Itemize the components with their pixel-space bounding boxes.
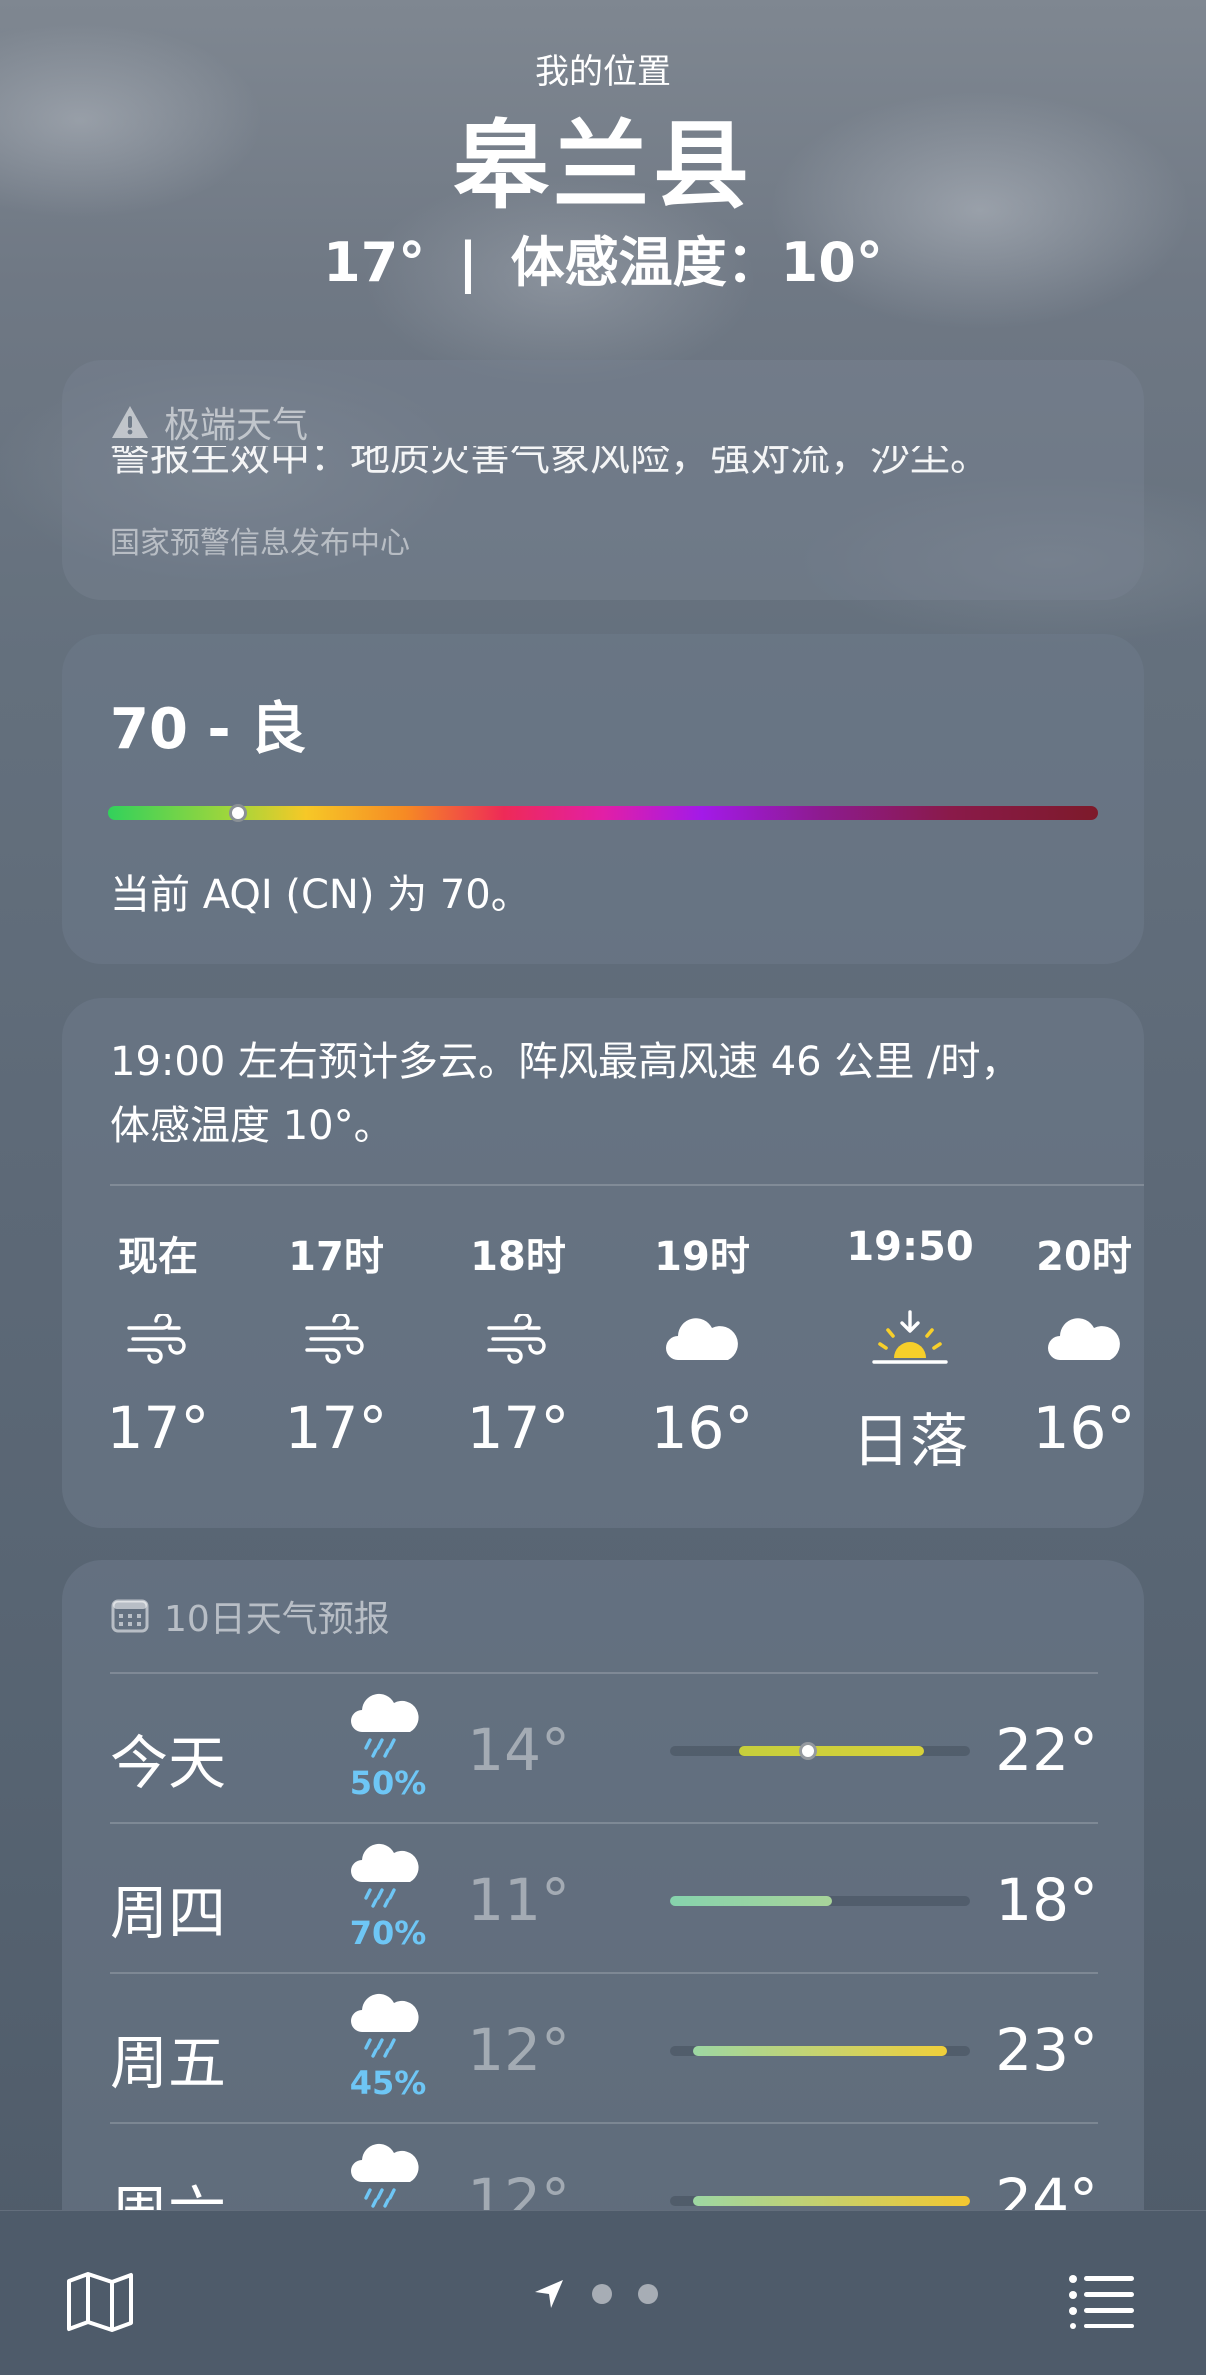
hourly-summary: 19:00 左右预计多云。阵风最高风速 46 公里 /时， 体感温度 10°。 xyxy=(110,1030,1100,1158)
high-temperature: 22° xyxy=(995,1716,1098,1784)
temperature-range-bar xyxy=(693,2196,970,2206)
low-temperature: 14° xyxy=(467,1716,570,1784)
day-row[interactable]: 今天 50% 14° 22° xyxy=(110,1674,1098,1824)
extreme-weather-title: 极端天气 xyxy=(164,405,309,446)
hourly-forecast-card[interactable]: 19:00 左右预计多云。阵风最高风速 46 公里 /时， 体感温度 10°。 … xyxy=(62,998,1144,1528)
current-temperature-dot xyxy=(799,1742,818,1760)
hourly-summary-line: 体感温度 10°。 xyxy=(110,1103,394,1149)
page-indicator[interactable] xyxy=(532,2277,658,2311)
day-name: 周四 xyxy=(110,1879,227,1947)
calendar-icon xyxy=(111,1599,149,1633)
wind-icon xyxy=(487,1314,546,1364)
map-icon[interactable] xyxy=(66,2271,134,2333)
day-row[interactable]: 周五 45% 12° 23° xyxy=(110,1974,1098,2124)
hour-temperature: 16° xyxy=(1032,1394,1136,1462)
high-temperature: 23° xyxy=(995,2016,1098,2084)
city-name: 皋兰县 xyxy=(453,110,753,222)
high-temperature: 18° xyxy=(995,1866,1098,1934)
hour-item[interactable]: 19:50 日落 xyxy=(820,1224,1000,1478)
hourly-summary-line: 19:00 左右预计多云。阵风最高风速 46 公里 /时， xyxy=(110,1039,1021,1085)
ten-day-title: 10日天气预报 xyxy=(164,1599,390,1640)
hour-item[interactable]: 20时 16° xyxy=(1004,1224,1144,1462)
extreme-weather-header: 极端天气 xyxy=(110,396,308,448)
alert-text: 警报生效中：地质灾害气象风险，强对流，沙尘。 xyxy=(110,446,990,480)
hour-temperature: 日落 xyxy=(851,1407,968,1475)
bottom-toolbar xyxy=(0,2210,1206,2375)
temperature-range-bar xyxy=(693,2046,947,2056)
divider xyxy=(110,1184,1144,1186)
temperature-range-track xyxy=(670,1896,970,1906)
wind-icon xyxy=(305,1314,364,1364)
day-name: 今天 xyxy=(110,1729,227,1797)
temperature-range-bar xyxy=(739,1746,924,1756)
day-name: 周五 xyxy=(110,2029,227,2097)
hour-item[interactable]: 19时 16° xyxy=(622,1224,782,1462)
feels-like-temperature: 体感温度：10° xyxy=(510,231,883,294)
hour-item[interactable]: 现在 17° xyxy=(78,1224,238,1462)
ten-day-header: 10日天气预报 xyxy=(110,1590,390,1642)
alert-source: 国家预警信息发布中心 xyxy=(110,526,410,561)
sunset-icon xyxy=(872,1310,948,1364)
temperature-range-track xyxy=(670,2046,970,2056)
hour-item[interactable]: 18时 17° xyxy=(438,1224,598,1462)
temperature-range-track xyxy=(670,2196,970,2206)
warning-triangle-icon xyxy=(112,406,148,438)
hour-temperature: 17° xyxy=(106,1394,210,1462)
day-row[interactable]: 周四 70% 11° 18° xyxy=(110,1824,1098,1974)
hour-temperature: 17° xyxy=(466,1394,570,1462)
separator: | xyxy=(458,231,478,294)
page-dot[interactable] xyxy=(638,2284,658,2304)
air-quality-card[interactable]: 70 - 良 当前 AQI (CN) 为 70。 xyxy=(62,634,1144,964)
hour-time: 18时 xyxy=(470,1234,566,1280)
hour-time: 现在 xyxy=(118,1234,198,1280)
page-dot[interactable] xyxy=(592,2284,612,2304)
current-temperature: 17° xyxy=(323,231,426,294)
aqi-value: 70 - 良 xyxy=(110,697,307,762)
temperature-range-track xyxy=(670,1742,970,1760)
hour-temperature: 16° xyxy=(650,1394,754,1462)
low-temperature: 12° xyxy=(467,2016,570,2084)
hour-time: 19时 xyxy=(654,1234,750,1280)
cloud-icon xyxy=(1048,1318,1120,1360)
hour-time: 19:50 xyxy=(846,1224,974,1270)
list-icon[interactable] xyxy=(1068,2273,1136,2329)
ten-day-forecast-card[interactable]: 10日天气预报 今天 50% 14° 22° 周四 70% 11° 18° 周五 xyxy=(62,1560,1144,2300)
hour-temperature: 17° xyxy=(284,1394,388,1462)
hour-time: 17时 xyxy=(288,1234,384,1280)
cloud-icon xyxy=(666,1318,738,1360)
hour-item[interactable]: 17时 17° xyxy=(256,1224,416,1462)
current-conditions: 17° | 体感温度：10° xyxy=(0,218,1206,297)
aqi-description: 当前 AQI (CN) 为 70。 xyxy=(110,872,531,918)
low-temperature: 11° xyxy=(467,1866,570,1934)
location-arrow-icon[interactable] xyxy=(532,2277,566,2311)
alert-text-viewport: 警报生效中：地质灾害气象风险，强对流，沙尘。 xyxy=(110,446,1100,498)
wind-icon xyxy=(127,1314,186,1364)
temperature-range-bar xyxy=(670,1896,832,1906)
extreme-weather-card[interactable]: 极端天气 警报生效中：地质灾害气象风险，强对流，沙尘。 国家预警信息发布中心 xyxy=(62,360,1144,600)
aqi-scale-bar xyxy=(108,806,1098,820)
my-location-label: 我的位置 xyxy=(535,52,671,92)
hour-time: 20时 xyxy=(1036,1234,1132,1280)
